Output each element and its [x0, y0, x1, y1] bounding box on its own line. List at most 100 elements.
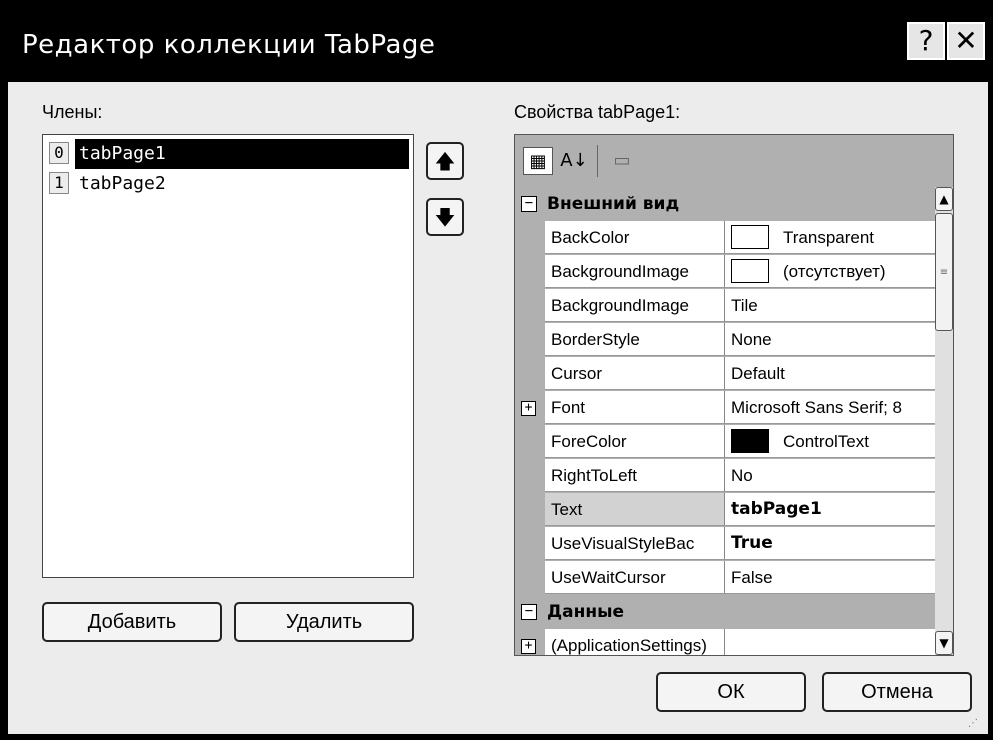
property-pages-icon[interactable]: ▭ — [607, 147, 637, 175]
property-rows: − Внешний вид BackColor Transparent Back… — [515, 187, 935, 655]
property-value[interactable]: No — [725, 459, 935, 492]
property-grid-toolbar: ▦ A↓ ▭ — [515, 135, 953, 187]
property-row-font[interactable]: + Font Microsoft Sans Serif; 8 — [515, 391, 935, 425]
toolbar-separator — [597, 145, 598, 177]
property-name: BackgroundImage — [545, 255, 725, 288]
row-gutter: + — [515, 629, 545, 655]
member-name: tabPage2 — [79, 173, 166, 194]
row-gutter — [515, 425, 545, 459]
help-button[interactable]: ? — [907, 22, 945, 60]
arrow-up-icon: 🡅 — [434, 149, 456, 173]
property-value[interactable]: None — [725, 323, 935, 356]
property-row-applicationsettings[interactable]: + (ApplicationSettings) — [515, 629, 935, 655]
category-appearance[interactable]: − Внешний вид — [515, 187, 935, 221]
cancel-button[interactable]: Отмена — [822, 672, 972, 712]
property-name: BackgroundImage — [545, 289, 725, 322]
category-label: Данные — [547, 602, 625, 622]
row-gutter — [515, 459, 545, 493]
ok-button[interactable]: ОК — [656, 672, 806, 712]
row-gutter — [515, 493, 545, 527]
property-row-usewaitcursor[interactable]: UseWaitCursor False — [515, 561, 935, 595]
member-index: 0 — [49, 142, 69, 164]
property-value[interactable]: (отсутствует) — [725, 255, 935, 288]
remove-button[interactable]: Удалить — [234, 602, 414, 642]
member-name: tabPage1 — [75, 139, 409, 169]
property-grid-scrollbar[interactable]: ▲ ≡ ▼ — [935, 187, 953, 655]
row-gutter — [515, 255, 545, 289]
property-name: UseVisualStyleBac — [545, 527, 725, 560]
close-button[interactable]: ✕ — [947, 22, 985, 60]
window-title: Редактор коллекции TabPage — [22, 30, 436, 60]
color-swatch — [731, 429, 769, 454]
property-value-text: Transparent — [783, 228, 875, 247]
property-name: Text — [545, 493, 725, 526]
property-name: ForeColor — [545, 425, 725, 458]
scroll-up-button[interactable]: ▲ — [935, 187, 953, 211]
property-row-usevisualstylebackcolor[interactable]: UseVisualStyleBac True — [515, 527, 935, 561]
collapse-icon[interactable]: − — [521, 604, 537, 620]
row-gutter — [515, 323, 545, 357]
property-grid[interactable]: ▦ A↓ ▭ − Внешний вид BackColor Transpare… — [514, 134, 954, 656]
property-row-backcolor[interactable]: BackColor Transparent — [515, 221, 935, 255]
row-gutter — [515, 357, 545, 391]
expand-icon[interactable]: + — [521, 401, 536, 416]
row-gutter — [515, 527, 545, 561]
image-swatch — [731, 259, 769, 284]
scroll-down-button[interactable]: ▼ — [935, 631, 953, 655]
chevron-down-icon: ▼ — [939, 636, 949, 650]
property-name: RightToLeft — [545, 459, 725, 492]
property-value[interactable]: Default — [725, 357, 935, 390]
scroll-thumb[interactable]: ≡ — [935, 213, 953, 331]
row-gutter — [515, 289, 545, 323]
property-name: Cursor — [545, 357, 725, 390]
property-value[interactable]: tabPage1 — [725, 493, 935, 526]
property-value-text: ControlText — [783, 432, 869, 451]
alphabetical-icon[interactable]: A↓ — [559, 147, 589, 175]
property-value[interactable]: False — [725, 561, 935, 594]
list-item[interactable]: 1 tabPage2 — [45, 169, 411, 199]
members-label-text: Члены: — [42, 102, 103, 122]
property-row-forecolor[interactable]: ForeColor ControlText — [515, 425, 935, 459]
property-value[interactable]: Microsoft Sans Serif; 8 — [725, 391, 935, 424]
property-name: BorderStyle — [545, 323, 725, 356]
arrow-down-icon: 🡇 — [434, 205, 456, 229]
property-row-backgroundimage[interactable]: BackgroundImage (отсутствует) — [515, 255, 935, 289]
move-down-button[interactable]: 🡇 — [426, 198, 464, 236]
category-label: Внешний вид — [547, 194, 680, 214]
property-row-cursor[interactable]: Cursor Default — [515, 357, 935, 391]
move-up-button[interactable]: 🡅 — [426, 142, 464, 180]
expand-icon[interactable]: + — [521, 639, 536, 654]
category-data[interactable]: − Данные — [515, 595, 935, 629]
property-name: UseWaitCursor — [545, 561, 725, 594]
property-row-righttoleft[interactable]: RightToLeft No — [515, 459, 935, 493]
row-gutter — [515, 561, 545, 595]
members-label: Члены: — [42, 102, 102, 123]
categorized-icon[interactable]: ▦ — [523, 147, 553, 175]
dialog-window: Редактор коллекции TabPage ? ✕ Члены: 0 … — [0, 0, 993, 740]
resize-grip-icon[interactable]: ⋰ — [968, 718, 978, 729]
list-item[interactable]: 0 tabPage1 — [45, 139, 411, 169]
property-value[interactable]: True — [725, 527, 935, 560]
property-value[interactable]: ControlText — [725, 425, 935, 458]
property-name: (ApplicationSettings) — [545, 629, 725, 655]
row-gutter — [515, 221, 545, 255]
property-value[interactable] — [725, 629, 935, 655]
color-swatch — [731, 225, 769, 250]
properties-label: Свойства tabPage1: — [514, 102, 681, 122]
members-list[interactable]: 0 tabPage1 1 tabPage2 — [42, 134, 414, 578]
chevron-up-icon: ▲ — [939, 192, 949, 206]
property-name: BackColor — [545, 221, 725, 254]
property-row-text[interactable]: Text tabPage1 — [515, 493, 935, 527]
property-name: Font — [545, 391, 725, 424]
row-gutter: + — [515, 391, 545, 425]
title-bar[interactable]: Редактор коллекции TabPage ? ✕ — [2, 2, 991, 82]
property-row-borderstyle[interactable]: BorderStyle None — [515, 323, 935, 357]
collapse-icon[interactable]: − — [521, 196, 537, 212]
dialog-client-area: Члены: 0 tabPage1 1 tabPage2 🡅 🡇 Добавит… — [8, 82, 988, 734]
member-index: 1 — [49, 172, 69, 194]
add-button[interactable]: Добавить — [42, 602, 222, 642]
property-value-text: (отсутствует) — [783, 262, 886, 281]
property-value[interactable]: Tile — [725, 289, 935, 322]
property-row-backgroundimagelayout[interactable]: BackgroundImage Tile — [515, 289, 935, 323]
property-value[interactable]: Transparent — [725, 221, 935, 254]
